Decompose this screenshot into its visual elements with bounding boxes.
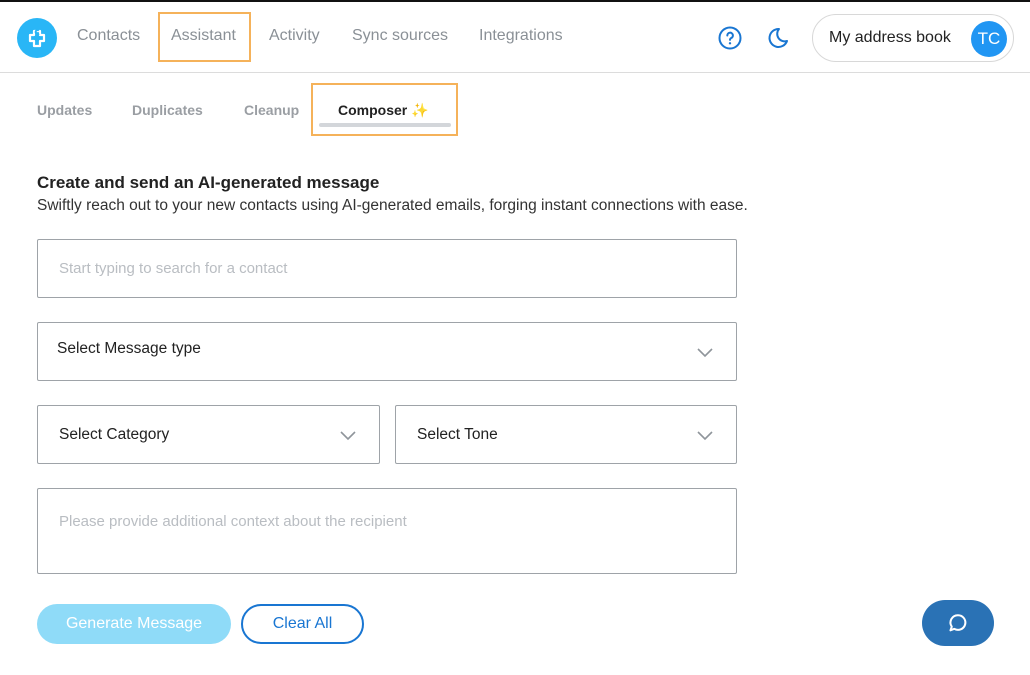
chevron-down-icon [697,431,713,441]
nav-assistant[interactable]: Assistant [171,27,236,45]
subtab-composer[interactable]: Composer ✨ [338,102,429,119]
nav-contacts[interactable]: Contacts [77,27,140,45]
page-title: Create and send an AI-generated message [37,173,380,192]
context-placeholder: Please provide additional context about … [59,513,407,530]
tone-select[interactable]: Select Tone [395,405,737,464]
app-header: Contacts Assistant Activity Sync sources… [0,2,1030,73]
contact-search-placeholder: Start typing to search for a contact [59,260,288,277]
sparkles-icon: ✨ [411,102,429,118]
subtab-composer-label: Composer [338,102,408,118]
address-book-selector[interactable]: My address book TC [812,14,1014,62]
subtab-duplicates[interactable]: Duplicates [132,102,203,118]
nav-sync-sources[interactable]: Sync sources [352,27,448,45]
moon-icon[interactable] [766,26,790,50]
address-book-label: My address book [829,29,951,46]
generate-message-button[interactable]: Generate Message [37,604,231,644]
contacts-plus-logo-icon [28,29,46,48]
chevron-down-icon [697,348,713,358]
nav-activity[interactable]: Activity [269,27,320,45]
nav-integrations[interactable]: Integrations [479,27,563,45]
avatar[interactable]: TC [971,21,1007,57]
subtab-cleanup[interactable]: Cleanup [244,102,299,118]
message-type-select[interactable]: Select Message type [37,322,737,381]
chat-button[interactable] [922,600,994,646]
category-select[interactable]: Select Category [37,405,380,464]
subtab-updates[interactable]: Updates [37,102,92,118]
active-tab-indicator [319,123,451,127]
chat-bubble-icon [949,614,967,632]
category-label: Select Category [59,426,170,443]
context-textarea[interactable]: Please provide additional context about … [37,488,737,574]
help-circle-icon[interactable] [718,26,742,50]
chevron-down-icon [340,431,356,441]
page-description: Swiftly reach out to your new contacts u… [37,197,748,214]
tone-label: Select Tone [417,426,498,443]
message-type-label: Select Message type [57,340,201,357]
clear-all-button[interactable]: Clear All [241,604,364,644]
app-logo[interactable] [17,18,57,58]
contact-search-input[interactable]: Start typing to search for a contact [37,239,737,298]
